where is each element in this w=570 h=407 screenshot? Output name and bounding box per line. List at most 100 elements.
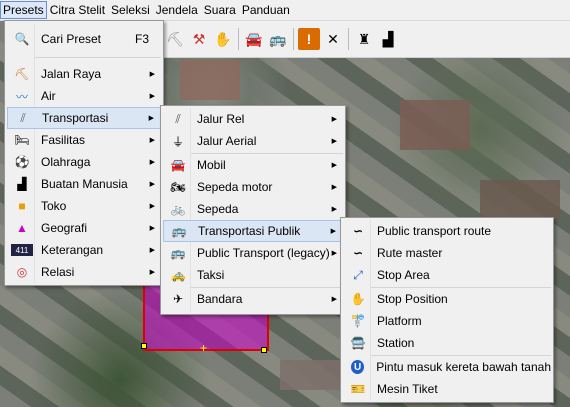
preset-item-transportasi[interactable]: ⫽ Transportasi ▶ — [7, 107, 161, 129]
preset-item-label: Transportasi — [42, 111, 109, 125]
ball-icon: ⚽ — [14, 155, 30, 169]
preset-item-fasilitas[interactable]: 🛏 Fasilitas ▶ — [7, 129, 161, 151]
transport-item-sepeda-motor[interactable]: 🏍 Sepeda motor ▶ — [163, 176, 343, 198]
public-item-ticket-machine[interactable]: 🎫 Mesin Tiket — [343, 378, 551, 400]
submenu-arrow-icon: ▶ — [149, 93, 155, 100]
airplane-icon: ✈ — [172, 292, 184, 306]
submenu-arrow-icon: ▶ — [331, 296, 337, 303]
toolbar: ⛏ ⚒ ✋ 🚘 🚌 ! ✕ ♜ ▟ — [163, 21, 570, 58]
road-tool-2-icon[interactable]: ⚒ — [188, 28, 210, 50]
menubar: Presets Citra Stelit Seleksi Jendela Sua… — [0, 0, 570, 21]
menu-citra-stelit[interactable]: Citra Stelit — [47, 2, 108, 18]
preset-item-toko[interactable]: ■ Toko ▶ — [7, 195, 161, 217]
bus-icon: 🚌 — [171, 224, 187, 238]
taxi-icon: 🚕 — [170, 268, 186, 282]
transport-item-label: Mobil — [197, 158, 226, 172]
preset-item-relasi[interactable]: ◎ Relasi ▶ — [7, 261, 161, 283]
map-roof — [180, 60, 240, 100]
presets-menu: 🔍 Cari Preset F3 ⛏ Jalan Raya ▶ 〰 Air ▶ … — [4, 20, 164, 286]
public-item-subway-entrance[interactable]: U Pintu masuk kereta bawah tanah — [343, 356, 551, 378]
keterangan-icon: 411 — [11, 244, 33, 256]
preset-item-label: Relasi — [41, 265, 75, 279]
transport-item-taksi[interactable]: 🚕 Taksi — [163, 264, 343, 286]
rail-track-icon: ⫽ — [20, 110, 26, 125]
preset-item-label: Buatan Manusia — [41, 177, 128, 191]
preset-item-label: Toko — [41, 199, 67, 213]
submenu-arrow-icon: ▶ — [148, 115, 154, 122]
map-roof — [280, 360, 340, 390]
menu-seleksi[interactable]: Seleksi — [108, 2, 153, 18]
warning-icon[interactable]: ! — [298, 28, 320, 50]
route-icon: ∽ — [352, 224, 364, 238]
road-tool-icon[interactable]: ⛏ — [164, 28, 186, 50]
transport-item-jalur-aerial[interactable]: ⏚ Jalur Aerial ▶ — [163, 130, 343, 152]
preset-item-air[interactable]: 〰 Air ▶ — [7, 85, 161, 107]
map-roof — [400, 100, 470, 150]
motorcycle-icon: 🏍 — [170, 180, 186, 194]
submenu-arrow-icon: ▶ — [330, 228, 336, 235]
platform-icon: 🚏 — [350, 314, 366, 328]
transport-item-sepeda[interactable]: 🚲 Sepeda ▶ — [163, 198, 343, 220]
submenu-arrow-icon: ▶ — [149, 137, 155, 144]
public-item-label: Public transport route — [377, 224, 492, 238]
submenu-arrow-icon: ▶ — [331, 206, 337, 213]
preset-item-olahraga[interactable]: ⚽ Olahraga ▶ — [7, 151, 161, 173]
public-item-label: Station — [377, 336, 415, 350]
menu-presets[interactable]: Presets — [0, 1, 47, 19]
transport-item-public-transport-legacy[interactable]: 🚌 Public Transport (legacy) ▶ — [163, 242, 343, 264]
public-item-label: Platform — [377, 314, 422, 328]
transport-submenu: ⫽ Jalur Rel ▶ ⏚ Jalur Aerial ▶ 🚘 Mobil ▶… — [160, 105, 346, 315]
cross-tools-icon[interactable]: ✕ — [322, 28, 344, 50]
aerialway-icon: ⏚ — [171, 134, 184, 149]
public-item-stop-position[interactable]: ✋ Stop Position — [343, 288, 551, 310]
public-item-label: Mesin Tiket — [377, 382, 438, 396]
car-icon[interactable]: 🚘 — [243, 28, 265, 50]
submenu-arrow-icon: ▶ — [331, 162, 337, 169]
toolbar-separator — [238, 28, 239, 50]
preset-item-buatan-manusia[interactable]: ▟ Buatan Manusia ▶ — [7, 173, 161, 195]
transport-item-bandara[interactable]: ✈ Bandara ▶ — [163, 288, 343, 310]
transport-item-jalur-rel[interactable]: ⫽ Jalur Rel ▶ — [163, 108, 343, 130]
submenu-arrow-icon: ▶ — [331, 250, 337, 257]
submenu-arrow-icon: ▶ — [149, 159, 155, 166]
preset-item-label: Jalan Raya — [41, 67, 102, 81]
polygon-vertex[interactable] — [261, 347, 267, 353]
public-item-platform[interactable]: 🚏 Platform — [343, 310, 551, 332]
hand-icon: ✋ — [350, 292, 366, 306]
menu-jendela[interactable]: Jendela — [153, 2, 201, 18]
relation-icon: ◎ — [16, 265, 28, 279]
public-item-route[interactable]: ∽ Public transport route — [343, 220, 551, 242]
bus-icon[interactable]: 🚌 — [267, 28, 289, 50]
car-icon: 🚘 — [170, 158, 186, 172]
submenu-arrow-icon: ▶ — [331, 138, 337, 145]
factory-icon: ▟ — [17, 177, 27, 191]
public-item-station[interactable]: 🚍 Station — [343, 332, 551, 354]
submenu-arrow-icon: ▶ — [149, 181, 155, 188]
polygon-vertex[interactable] — [141, 343, 147, 349]
menu-panduan[interactable]: Panduan — [239, 2, 293, 18]
menu-suara[interactable]: Suara — [201, 2, 239, 18]
preset-item-geografi[interactable]: ▲ Geografi ▶ — [7, 217, 161, 239]
search-preset-shortcut: F3 — [134, 32, 149, 46]
factory-icon[interactable]: ▟ — [377, 28, 399, 50]
bicycle-icon: 🚲 — [170, 202, 186, 216]
public-item-stop-area[interactable]: ⤢ Stop Area — [343, 264, 551, 286]
submenu-arrow-icon: ▶ — [331, 184, 337, 191]
preset-item-label: Keterangan — [41, 243, 104, 257]
transport-item-mobil[interactable]: 🚘 Mobil ▶ — [163, 154, 343, 176]
preset-item-keterangan[interactable]: 411 Keterangan ▶ — [7, 239, 161, 261]
transport-item-label: Bandara — [197, 292, 243, 306]
public-item-route-master[interactable]: ∽ Rute master — [343, 242, 551, 264]
transport-item-label: Sepeda motor — [197, 180, 273, 194]
preset-item-label: Geografi — [41, 221, 88, 235]
preset-item-jalan-raya[interactable]: ⛏ Jalan Raya ▶ — [7, 63, 161, 85]
castle-icon[interactable]: ♜ — [353, 28, 375, 50]
route-master-icon: ∽ — [352, 246, 364, 260]
hand-icon[interactable]: ✋ — [212, 28, 234, 50]
search-preset-item[interactable]: 🔍 Cari Preset F3 — [7, 27, 161, 51]
transport-item-label: Jalur Aerial — [197, 134, 257, 148]
transport-item-transportasi-publik[interactable]: 🚌 Transportasi Publik ▶ — [163, 220, 343, 242]
transport-item-label: Sepeda — [197, 202, 239, 216]
transport-item-label: Taksi — [197, 268, 225, 282]
toolbar-separator — [293, 28, 294, 50]
